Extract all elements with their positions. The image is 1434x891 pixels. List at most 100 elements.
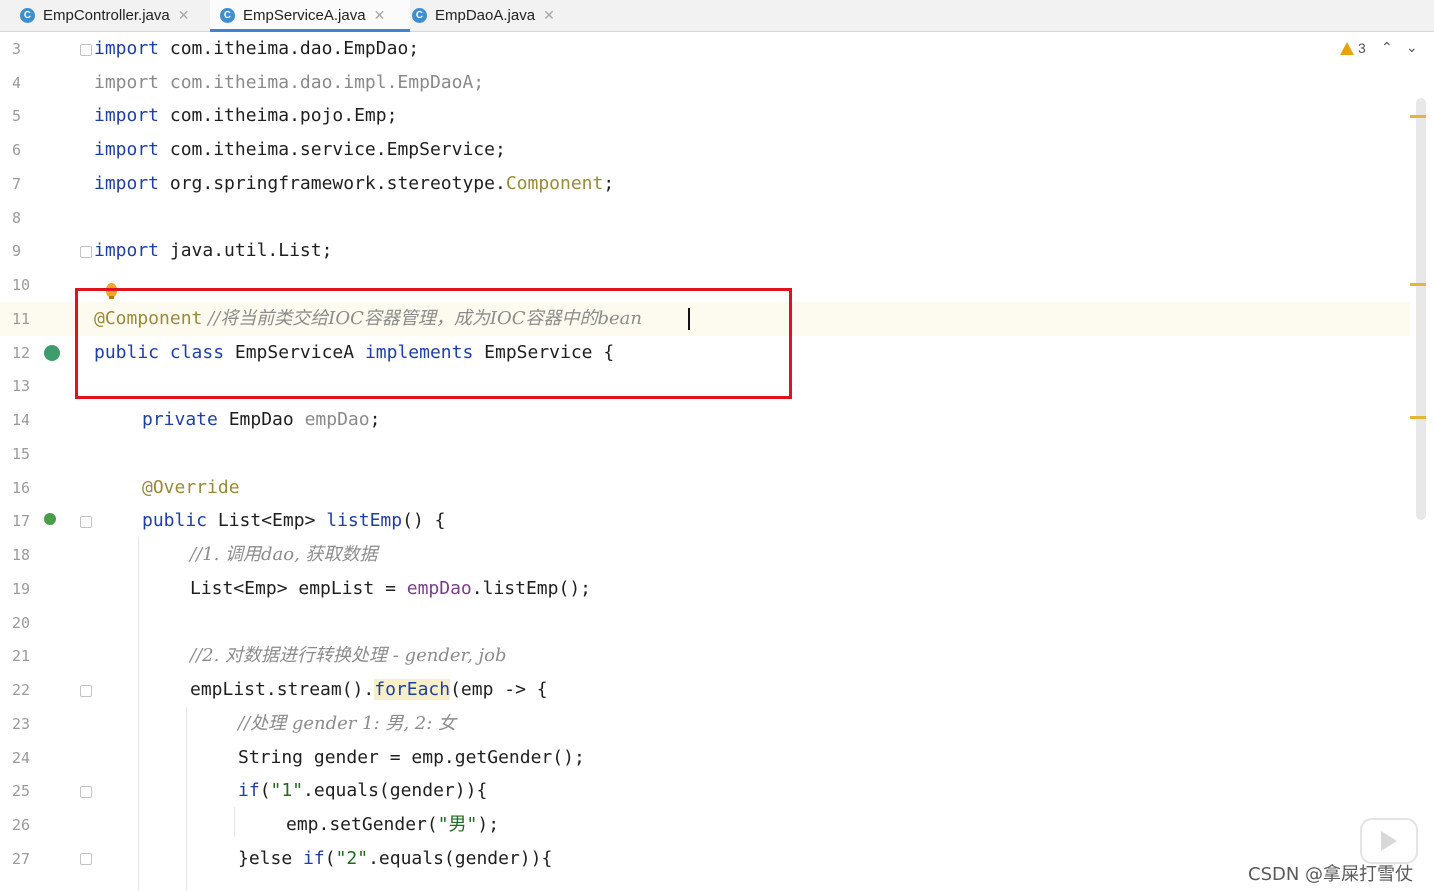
line-number: 22: [12, 681, 31, 699]
tab-label: EmpDaoA.java: [435, 7, 536, 24]
class-c-icon: C: [20, 8, 35, 23]
line-number: 7: [12, 175, 22, 193]
method-params: () {: [402, 510, 446, 531]
code-line-22: 22 empList.stream().forEach(emp -> {: [0, 673, 1410, 707]
code-editor[interactable]: 3 import com.itheima.dao.EmpDao; 4 impor…: [0, 32, 1434, 891]
fold-marker-icon[interactable]: [80, 246, 92, 258]
spring-bean-icon[interactable]: [44, 345, 60, 361]
keyword-import: import: [94, 139, 160, 160]
code-line-23: 23 //处理 gender 1: 男, 2: 女: [0, 707, 1410, 741]
code-line-6: 6 import com.itheima.service.EmpService;: [0, 133, 1410, 167]
fold-marker-icon[interactable]: [80, 516, 92, 528]
fold-marker-icon[interactable]: [80, 44, 92, 56]
code-line-24: 24 String gender = emp.getGender();: [0, 741, 1410, 775]
error-stripe-mark[interactable]: [1410, 416, 1426, 419]
line-number: 25: [12, 782, 31, 800]
error-stripe-mark[interactable]: [1410, 115, 1426, 118]
line-number: 12: [12, 344, 31, 362]
line-number: 4: [12, 74, 22, 92]
close-icon[interactable]: ✕: [374, 7, 386, 24]
code-line-21: 21 //2. 对数据进行转换处理 - gender, job: [0, 639, 1410, 673]
line-number: 20: [12, 614, 31, 632]
import-path: com.itheima.dao.EmpDao;: [159, 38, 420, 59]
fold-marker-icon[interactable]: [80, 685, 92, 697]
method-call: .listEmp();: [471, 578, 591, 599]
video-play-button[interactable]: [1360, 818, 1418, 864]
code-comment: //1. 调用dao, 获取数据: [190, 544, 378, 565]
keyword-private: private: [142, 409, 218, 430]
fold-marker-icon[interactable]: [80, 786, 92, 798]
code-line-9: 9 import java.util.List;: [0, 234, 1410, 268]
fold-marker-icon[interactable]: [80, 853, 92, 865]
keyword-import: import: [94, 105, 160, 126]
keyword-import: import: [94, 240, 160, 261]
code-line-18: 18 //1. 调用dao, 获取数据: [0, 538, 1410, 572]
implements-method-icon[interactable]: [44, 513, 56, 525]
warning-icon: [1340, 41, 1354, 55]
code-line-26: 26 emp.setGender("男");: [0, 808, 1410, 842]
code-comment: //2. 对数据进行转换处理 - gender, job: [190, 645, 507, 666]
tab-label: EmpServiceA.java: [243, 7, 366, 24]
lambda-start: (emp -> {: [450, 679, 548, 700]
warning-count: 3: [1358, 40, 1366, 56]
method-name: listEmp: [326, 510, 403, 531]
setter-call: emp.setGender(: [286, 814, 438, 835]
line-number: 19: [12, 580, 31, 598]
tab-label: EmpController.java: [43, 7, 170, 24]
error-stripe-mark[interactable]: [1410, 283, 1426, 286]
code-line-8: 8: [0, 201, 1410, 235]
chevron-down-icon[interactable]: ⌄: [1406, 40, 1418, 56]
component-class-ref: Component: [505, 173, 604, 194]
class-c-icon: C: [412, 8, 427, 23]
else-keyword: }else: [238, 848, 304, 869]
string-literal: "2": [335, 848, 369, 869]
line-number: 23: [12, 715, 31, 733]
highlight-box: [75, 288, 792, 399]
line-number: 11: [12, 310, 31, 328]
keyword-import: import: [94, 173, 160, 194]
line-number: 8: [12, 209, 22, 227]
import-path: com.itheima.service.EmpService;: [159, 139, 506, 160]
tab-emp-service-a[interactable]: C EmpServiceA.java ✕: [210, 0, 410, 32]
local-declaration: List<Emp> empList =: [190, 578, 407, 599]
line-number: 14: [12, 411, 31, 429]
paren: (: [259, 780, 271, 801]
override-annotation: @Override: [142, 477, 240, 498]
play-icon: [1381, 831, 1397, 851]
chevron-up-icon[interactable]: ⌃: [1381, 40, 1393, 56]
equals-call: .equals(gender)){: [368, 848, 553, 869]
code-line-20: 20: [0, 606, 1410, 640]
line-number: 3: [12, 40, 22, 58]
keyword-if: if: [303, 848, 325, 869]
return-type: List<Emp>: [207, 510, 327, 531]
stream-call: empList.stream().: [190, 679, 375, 700]
code-line-4: 4 import com.itheima.dao.impl.EmpDaoA;: [0, 66, 1410, 100]
call-end: );: [477, 814, 500, 835]
semicolon: ;: [369, 409, 381, 430]
string-literal: "1": [270, 780, 304, 801]
line-number: 24: [12, 749, 31, 767]
vertical-scrollbar[interactable]: [1416, 98, 1426, 520]
field-name: empDao: [304, 409, 370, 430]
code-line-3: 3 import com.itheima.dao.EmpDao;: [0, 32, 1410, 66]
code-line-17: 17 public List<Emp> listEmp() {: [0, 504, 1410, 538]
line-number: 18: [12, 546, 31, 564]
tab-emp-dao-a[interactable]: C EmpDaoA.java ✕: [404, 0, 582, 31]
line-number: 26: [12, 816, 31, 834]
equals-call: .equals(gender)){: [303, 780, 488, 801]
foreach-call: forEach: [374, 679, 451, 700]
paren: (: [324, 848, 336, 869]
line-number: 5: [12, 107, 22, 125]
keyword-public: public: [142, 510, 208, 531]
editor-tab-bar: C EmpController.java ✕ C EmpServiceA.jav…: [0, 0, 1434, 32]
line-number: 9: [12, 242, 22, 260]
field-ref: empDao: [406, 578, 472, 599]
close-icon[interactable]: ✕: [543, 7, 555, 24]
code-line-5: 5 import com.itheima.pojo.Emp;: [0, 99, 1410, 133]
string-literal: "男": [437, 814, 478, 835]
close-icon[interactable]: ✕: [178, 7, 190, 24]
line-number: 21: [12, 647, 31, 665]
line-number: 13: [12, 377, 31, 395]
tab-emp-controller[interactable]: C EmpController.java ✕: [12, 0, 210, 31]
inspection-widget[interactable]: 3: [1340, 40, 1366, 56]
